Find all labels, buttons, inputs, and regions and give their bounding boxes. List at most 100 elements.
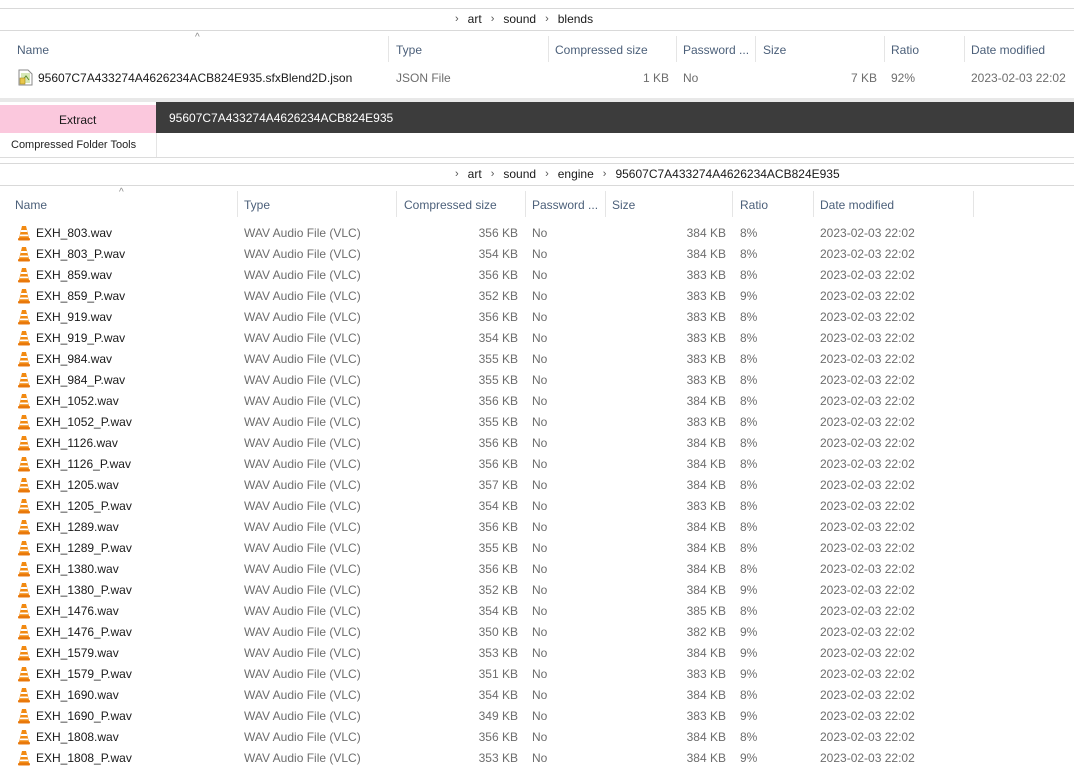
file-name[interactable]: EXH_984.wav	[36, 352, 112, 366]
bottom-column-header: ^ Name Type Compressed size Password ...…	[0, 187, 1074, 217]
breadcrumb-engine[interactable]: engine	[558, 167, 594, 181]
file-row[interactable]: EXH_1126_P.wav WAV Audio File (VLC) 356 KB…	[0, 454, 1074, 475]
file-row[interactable]: EXH_1579_P.wav WAV Audio File (VLC) 351 KB…	[0, 664, 1074, 685]
column-size[interactable]: Size	[612, 198, 635, 212]
file-name[interactable]: EXH_1052_P.wav	[36, 415, 132, 429]
column-date-modified[interactable]: Date modified	[820, 198, 894, 212]
file-ratio: 9%	[740, 625, 758, 639]
file-date-modified: 2023-02-03 22:02	[820, 352, 915, 366]
breadcrumb-sound[interactable]: sound	[503, 167, 536, 181]
breadcrumb-sound[interactable]: sound	[503, 12, 536, 26]
file-row[interactable]: EXH_1690.wav WAV Audio File (VLC) 354 KB No…	[0, 685, 1074, 706]
file-date-modified: 2023-02-03 22:02	[820, 520, 915, 534]
breadcrumb-blends[interactable]: blends	[558, 12, 593, 26]
file-name[interactable]: EXH_1380.wav	[36, 562, 119, 576]
file-row[interactable]: EXH_984.wav WAV Audio File (VLC) 355 KB No 3…	[0, 349, 1074, 370]
file-row[interactable]: EXH_1476_P.wav WAV Audio File (VLC) 350 KB…	[0, 622, 1074, 643]
column-type[interactable]: Type	[396, 43, 422, 57]
file-row[interactable]: EXH_919.wav WAV Audio File (VLC) 356 KB No 3…	[0, 307, 1074, 328]
breadcrumb-art[interactable]: art	[468, 167, 482, 181]
file-name[interactable]: EXH_859_P.wav	[36, 289, 125, 303]
column-ratio[interactable]: Ratio	[891, 43, 919, 57]
bottom-address-bar[interactable]: › art › sound › engine › 95607C7A433274A…	[0, 163, 1074, 186]
file-name[interactable]: EXH_1289_P.wav	[36, 541, 132, 555]
file-date-modified: 2023-02-03 22:02	[820, 268, 915, 282]
file-name[interactable]: EXH_1289.wav	[36, 520, 119, 534]
file-row[interactable]: EXH_1380_P.wav WAV Audio File (VLC) 352 KB…	[0, 580, 1074, 601]
column-type[interactable]: Type	[244, 198, 270, 212]
file-size: 383 KB	[686, 352, 726, 366]
file-row[interactable]: EXH_1289.wav WAV Audio File (VLC) 356 KB No…	[0, 517, 1074, 538]
file-name[interactable]: EXH_1690.wav	[36, 688, 119, 702]
column-date-modified[interactable]: Date modified	[971, 43, 1045, 57]
file-size: 383 KB	[686, 373, 726, 387]
file-name[interactable]: EXH_919_P.wav	[36, 331, 125, 345]
vlc-cone-icon	[18, 394, 30, 409]
file-name[interactable]: EXH_1205_P.wav	[36, 499, 132, 513]
top-address-bar[interactable]: › art › sound › blends	[0, 8, 1074, 31]
file-name[interactable]: EXH_1205.wav	[36, 478, 119, 492]
file-name[interactable]: 95607C7A433274A4626234ACB824E935.sfxBlen…	[38, 71, 352, 85]
file-password: No	[532, 646, 548, 660]
file-name[interactable]: EXH_984_P.wav	[36, 373, 125, 387]
file-row[interactable]: EXH_1808.wav WAV Audio File (VLC) 356 KB No…	[0, 727, 1074, 748]
file-name[interactable]: EXH_1476_P.wav	[36, 625, 132, 639]
file-name[interactable]: EXH_803_P.wav	[36, 247, 125, 261]
vlc-cone-icon	[18, 730, 30, 745]
file-name[interactable]: EXH_1476.wav	[36, 604, 119, 618]
breadcrumb-art[interactable]: art	[468, 12, 482, 26]
file-row[interactable]: EXH_859.wav WAV Audio File (VLC) 356 KB No 3…	[0, 265, 1074, 286]
column-compressed-size[interactable]: Compressed size	[404, 198, 497, 212]
file-row[interactable]: EXH_1205.wav WAV Audio File (VLC) 357 KB No…	[0, 475, 1074, 496]
file-row[interactable]: EXH_984_P.wav WAV Audio File (VLC) 355 KB N…	[0, 370, 1074, 391]
file-row[interactable]: EXH_1289_P.wav WAV Audio File (VLC) 355 KB…	[0, 538, 1074, 559]
extract-tab[interactable]: Extract	[0, 105, 156, 133]
file-name[interactable]: EXH_1380_P.wav	[36, 583, 132, 597]
file-ratio: 8%	[740, 604, 758, 618]
file-password: No	[532, 751, 548, 765]
file-row[interactable]: EXH_803.wav WAV Audio File (VLC) 356 KB No 3…	[0, 223, 1074, 244]
file-name[interactable]: EXH_1808_P.wav	[36, 751, 132, 765]
file-name[interactable]: EXH_803.wav	[36, 226, 112, 240]
file-type: WAV Audio File (VLC)	[244, 625, 361, 639]
file-name[interactable]: EXH_1052.wav	[36, 394, 119, 408]
file-row[interactable]: EXH_1052.wav WAV Audio File (VLC) 356 KB No…	[0, 391, 1074, 412]
column-name[interactable]: Name	[17, 43, 49, 57]
column-name[interactable]: Name	[15, 198, 47, 212]
file-row[interactable]: EXH_1476.wav WAV Audio File (VLC) 354 KB No…	[0, 601, 1074, 622]
file-name[interactable]: EXH_859.wav	[36, 268, 112, 282]
file-row[interactable]: EXH_919_P.wav WAV Audio File (VLC) 354 KB N…	[0, 328, 1074, 349]
file-size: 384 KB	[686, 394, 726, 408]
column-password[interactable]: Password ...	[683, 43, 749, 57]
file-name[interactable]: EXH_919.wav	[36, 310, 112, 324]
file-row[interactable]: EXH_1052_P.wav WAV Audio File (VLC) 355 KB…	[0, 412, 1074, 433]
file-size: 384 KB	[686, 541, 726, 555]
file-ratio: 8%	[740, 436, 758, 450]
file-name[interactable]: EXH_1126.wav	[36, 436, 118, 450]
file-ratio: 8%	[740, 478, 758, 492]
breadcrumb-folder[interactable]: 95607C7A433274A4626234ACB824E935	[615, 167, 839, 181]
file-type: WAV Audio File (VLC)	[244, 352, 361, 366]
file-date-modified: 2023-02-03 22:02	[820, 331, 915, 345]
column-password[interactable]: Password ...	[532, 198, 598, 212]
column-ratio[interactable]: Ratio	[740, 198, 768, 212]
top-file-row[interactable]: 95607C7A433274A4626234ACB824E935.sfxBlen…	[0, 68, 1074, 89]
file-name[interactable]: EXH_1579_P.wav	[36, 667, 132, 681]
file-name[interactable]: EXH_1126_P.wav	[36, 457, 131, 471]
compressed-folder-tools-label[interactable]: Compressed Folder Tools	[11, 139, 136, 151]
file-row[interactable]: EXH_1126.wav WAV Audio File (VLC) 356 KB No…	[0, 433, 1074, 454]
column-compressed-size[interactable]: Compressed size	[555, 43, 648, 57]
file-password: No	[532, 289, 548, 303]
file-row[interactable]: EXH_859_P.wav WAV Audio File (VLC) 352 KB N…	[0, 286, 1074, 307]
file-row[interactable]: EXH_803_P.wav WAV Audio File (VLC) 354 KB N…	[0, 244, 1074, 265]
file-row[interactable]: EXH_1205_P.wav WAV Audio File (VLC) 354 KB…	[0, 496, 1074, 517]
file-row[interactable]: EXH_1579.wav WAV Audio File (VLC) 353 KB No…	[0, 643, 1074, 664]
file-date-modified: 2023-02-03 22:02	[820, 667, 915, 681]
file-name[interactable]: EXH_1808.wav	[36, 730, 119, 744]
file-row[interactable]: EXH_1380.wav WAV Audio File (VLC) 356 KB No…	[0, 559, 1074, 580]
file-name[interactable]: EXH_1579.wav	[36, 646, 119, 660]
file-row[interactable]: EXH_1808_P.wav WAV Audio File (VLC) 353 KB…	[0, 748, 1074, 769]
file-row[interactable]: EXH_1690_P.wav WAV Audio File (VLC) 349 KB…	[0, 706, 1074, 727]
file-name[interactable]: EXH_1690_P.wav	[36, 709, 132, 723]
column-size[interactable]: Size	[763, 43, 786, 57]
